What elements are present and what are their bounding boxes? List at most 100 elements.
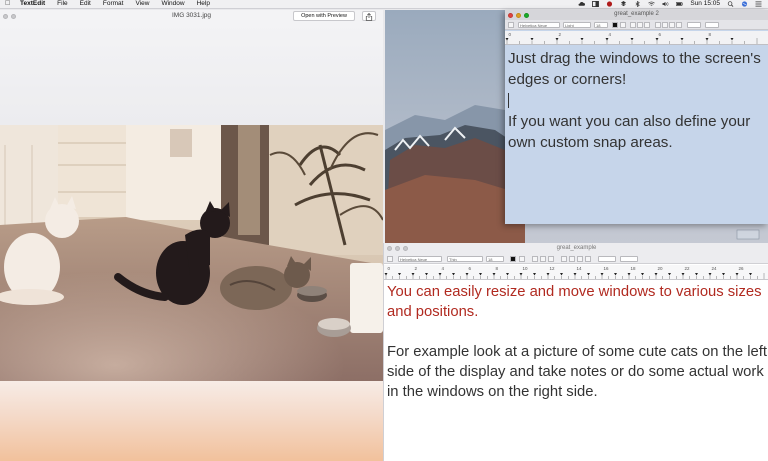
- tab-stop-marker[interactable]: [668, 273, 671, 276]
- font-size-select[interactable]: 18: [594, 22, 608, 28]
- italic-button[interactable]: [637, 22, 643, 28]
- tab-stop-marker[interactable]: [614, 273, 617, 276]
- tab-stop-marker[interactable]: [735, 273, 739, 276]
- tab-stop-marker[interactable]: [655, 38, 659, 41]
- battery-icon[interactable]: [676, 1, 684, 7]
- share-button[interactable]: [362, 11, 376, 21]
- tab-stop-marker[interactable]: [695, 273, 698, 276]
- align-right-button[interactable]: [669, 22, 675, 28]
- tab-stop-marker[interactable]: [654, 273, 658, 276]
- ruler-label: 22: [685, 266, 691, 271]
- dropbox-icon[interactable]: [620, 1, 627, 7]
- menu-file[interactable]: File: [57, 0, 67, 8]
- record-icon[interactable]: [606, 1, 613, 7]
- tab-stop-marker[interactable]: [411, 273, 415, 276]
- bluetooth-icon[interactable]: [634, 1, 641, 7]
- tab-stop-marker[interactable]: [722, 273, 725, 276]
- menu-format[interactable]: Format: [103, 0, 124, 8]
- tab-stop-marker[interactable]: [641, 273, 644, 276]
- menu-window[interactable]: Window: [161, 0, 184, 8]
- tab-stop-marker[interactable]: [492, 273, 496, 276]
- notification-center-icon[interactable]: [755, 1, 762, 7]
- tab-stop-marker[interactable]: [465, 273, 469, 276]
- tab-stop-marker[interactable]: [384, 273, 388, 276]
- tab-stop-marker[interactable]: [627, 273, 631, 276]
- open-with-preview-button[interactable]: Open with Preview: [293, 11, 355, 21]
- tab-stop-marker[interactable]: [587, 273, 590, 276]
- paragraph-style-button[interactable]: [508, 22, 514, 28]
- tab-stop-marker[interactable]: [680, 38, 684, 41]
- menu-view[interactable]: View: [135, 0, 149, 8]
- tab-stop-marker[interactable]: [605, 38, 609, 41]
- font-style-select[interactable]: Thin: [447, 256, 483, 262]
- volume-icon[interactable]: [662, 1, 669, 7]
- underline-button[interactable]: [548, 256, 554, 262]
- wifi-icon[interactable]: [648, 1, 656, 7]
- paragraph-style-button[interactable]: [387, 256, 393, 262]
- tab-stop-marker[interactable]: [479, 273, 482, 276]
- menubar-clock[interactable]: Sun 15:05: [690, 0, 720, 8]
- bold-button[interactable]: [532, 256, 538, 262]
- tab-stop-marker[interactable]: [630, 38, 634, 41]
- tab-stop-marker[interactable]: [425, 273, 428, 276]
- document-text[interactable]: You can easily resize and move windows t…: [387, 282, 767, 402]
- line-spacing-select[interactable]: [687, 22, 701, 28]
- tab-stop-marker[interactable]: [580, 38, 584, 41]
- tab-stop-marker[interactable]: [506, 273, 509, 276]
- align-left-button[interactable]: [655, 22, 661, 28]
- snap-app-icon[interactable]: [592, 1, 600, 7]
- align-center-button[interactable]: [662, 22, 668, 28]
- align-justify-button[interactable]: [585, 256, 591, 262]
- highlight-color-swatch[interactable]: [519, 256, 525, 262]
- spotlight-search-icon[interactable]: [727, 1, 734, 7]
- tab-stop-marker[interactable]: [398, 273, 401, 276]
- preview-titlebar[interactable]: IMG 3031.jpg Open with Preview: [0, 10, 383, 23]
- text-color-swatch[interactable]: [510, 256, 516, 262]
- font-size-select[interactable]: 18: [486, 256, 504, 262]
- ruler[interactable]: 0 2 4 6 8: [505, 31, 768, 45]
- tab-stop-marker[interactable]: [505, 38, 509, 41]
- tab-stop-marker[interactable]: [749, 273, 752, 276]
- highlight-color-swatch[interactable]: [620, 22, 626, 28]
- menu-help[interactable]: Help: [197, 0, 210, 8]
- menu-edit[interactable]: Edit: [80, 0, 91, 8]
- text-color-swatch[interactable]: [612, 22, 618, 28]
- cloud-icon[interactable]: [578, 1, 586, 7]
- tab-stop-marker[interactable]: [600, 273, 604, 276]
- line-spacing-select[interactable]: [598, 256, 616, 262]
- siri-icon[interactable]: [741, 1, 748, 7]
- list-style-select[interactable]: [705, 22, 719, 28]
- bold-button[interactable]: [630, 22, 636, 28]
- tab-stop-marker[interactable]: [519, 273, 523, 276]
- tab-stop-marker[interactable]: [708, 273, 712, 276]
- list-style-select[interactable]: [620, 256, 638, 262]
- textedit-bottom-titlebar[interactable]: great_example: [384, 243, 768, 254]
- tab-stop-marker[interactable]: [452, 273, 455, 276]
- ruler-label: 2: [415, 266, 418, 271]
- align-center-button[interactable]: [569, 256, 575, 262]
- tab-stop-marker[interactable]: [546, 273, 550, 276]
- ruler[interactable]: 0 2 4 6 8 10 12 14 16 18 20 22 24 26: [384, 265, 768, 280]
- font-family-select[interactable]: Helvetica Neue: [398, 256, 442, 262]
- menu-app-name[interactable]: TextEdit: [20, 0, 45, 8]
- tab-stop-marker[interactable]: [555, 38, 559, 41]
- ruler-label: 4: [442, 266, 445, 271]
- textedit-top-titlebar[interactable]: great_example 2: [505, 10, 768, 20]
- tab-stop-marker[interactable]: [730, 38, 734, 41]
- tab-stop-marker[interactable]: [530, 38, 534, 41]
- align-left-button[interactable]: [561, 256, 567, 262]
- underline-button[interactable]: [644, 22, 650, 28]
- tab-stop-marker[interactable]: [560, 273, 563, 276]
- tab-stop-marker[interactable]: [533, 273, 536, 276]
- tab-stop-marker[interactable]: [705, 38, 709, 41]
- apple-menu-icon[interactable]: : [5, 0, 10, 8]
- font-family-select[interactable]: Helvetica Neue: [518, 22, 560, 28]
- font-style-select[interactable]: Light: [563, 22, 591, 28]
- align-right-button[interactable]: [577, 256, 583, 262]
- tab-stop-marker[interactable]: [438, 273, 442, 276]
- document-text[interactable]: Just drag the windows to the screen's ed…: [508, 48, 766, 153]
- tab-stop-marker[interactable]: [573, 273, 577, 276]
- tab-stop-marker[interactable]: [681, 273, 685, 276]
- italic-button[interactable]: [540, 256, 546, 262]
- align-justify-button[interactable]: [676, 22, 682, 28]
